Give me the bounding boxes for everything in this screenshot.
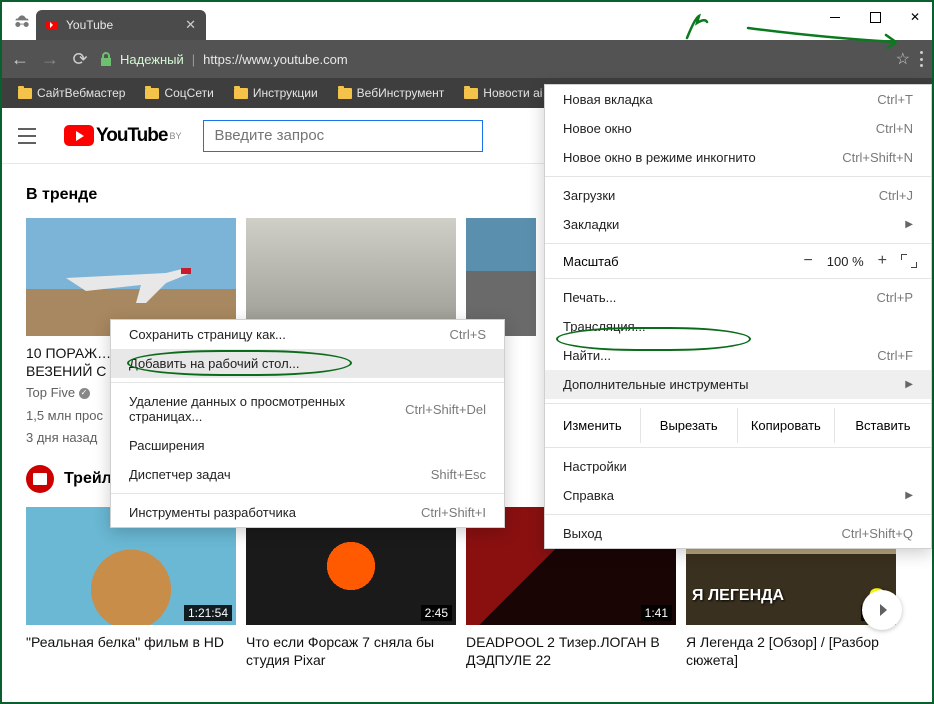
bookmark-star-icon[interactable]: ☆ [896, 49, 910, 69]
submenu-clear-data[interactable]: Удаление данных о просмотренных страница… [111, 387, 504, 431]
fullscreen-icon[interactable] [901, 254, 917, 268]
lock-icon [100, 52, 112, 66]
bookmark-folder[interactable]: СайтВебмастер [10, 83, 133, 103]
menu-paste[interactable]: Вставить [834, 408, 931, 443]
submenu-save-page[interactable]: Сохранить страницу как...Ctrl+S [111, 320, 504, 349]
browser-tab[interactable]: YouTube ✕ [36, 10, 206, 40]
back-button[interactable]: ← [10, 49, 30, 70]
menu-settings[interactable]: Настройки [545, 452, 931, 481]
menu-more-tools[interactable]: Дополнительные инструменты▶ [545, 370, 931, 399]
zoom-out-button[interactable]: − [803, 252, 812, 270]
url-text: https://www.youtube.com [203, 52, 348, 67]
video-title: DEADPOOL 2 Тизер.ЛОГАН В ДЭДПУЛЕ 22 [466, 633, 676, 669]
browser-toolbar: ← → ⟳ Надежный | https://www.youtube.com… [2, 40, 932, 78]
bookmark-folder[interactable]: Инструкции [226, 83, 326, 103]
folder-icon [338, 88, 352, 99]
menu-print[interactable]: Печать...Ctrl+P [545, 283, 931, 312]
zoom-in-button[interactable]: + [878, 252, 887, 270]
secure-label: Надежный [120, 52, 184, 67]
trailers-icon [26, 465, 54, 493]
bookmark-folder[interactable]: Новости ai [456, 83, 550, 103]
video-title: Что если Форсаж 7 сняла бы студия Pixar [246, 633, 456, 669]
address-bar[interactable]: Надежный | https://www.youtube.com [100, 46, 886, 72]
tab-title: YouTube [66, 18, 113, 32]
bookmark-folder[interactable]: ВебИнструмент [330, 83, 453, 103]
menu-zoom: Масштаб − 100 % + [545, 248, 931, 274]
guide-menu-button[interactable] [18, 124, 42, 148]
menu-find[interactable]: Найти...Ctrl+F [545, 341, 931, 370]
submenu-extensions[interactable]: Расширения [111, 431, 504, 460]
reload-button[interactable]: ⟳ [70, 49, 90, 70]
menu-downloads[interactable]: ЗагрузкиCtrl+J [545, 181, 931, 210]
menu-bookmarks[interactable]: Закладки▶ [545, 210, 931, 239]
menu-cast[interactable]: Трансляция... [545, 312, 931, 341]
youtube-logo[interactable]: YouTube BY [64, 125, 181, 147]
menu-incognito[interactable]: Новое окно в режиме инкогнитоCtrl+Shift+… [545, 143, 931, 172]
video-card[interactable]: 2:45 Что если Форсаж 7 сняла бы студия P… [246, 507, 456, 669]
video-title: "Реальная белка" фильм в HD [26, 633, 236, 651]
folder-icon [464, 88, 478, 99]
menu-cut[interactable]: Вырезать [640, 408, 737, 443]
forward-button: → [40, 49, 60, 70]
youtube-favicon-icon [46, 21, 58, 29]
scroll-right-button[interactable] [862, 590, 902, 630]
video-title: Я Легенда 2 [Обзор] / [Разбор сюжета] [686, 633, 896, 669]
submenu-dev-tools[interactable]: Инструменты разработчикаCtrl+Shift+I [111, 498, 504, 527]
search-box[interactable] [203, 120, 483, 152]
search-input[interactable] [204, 121, 482, 151]
folder-icon [145, 88, 159, 99]
incognito-icon [12, 12, 32, 32]
menu-help[interactable]: Справка▶ [545, 481, 931, 510]
youtube-logo-icon [64, 125, 94, 146]
more-tools-submenu: Сохранить страницу как...Ctrl+S Добавить… [110, 319, 505, 528]
menu-exit[interactable]: ВыходCtrl+Shift+Q [545, 519, 931, 548]
video-card[interactable]: 1:21:54 "Реальная белка" фильм в HD [26, 507, 236, 669]
tab-close-icon[interactable]: ✕ [185, 17, 196, 33]
chrome-menu-button[interactable] [920, 51, 924, 67]
folder-icon [234, 88, 248, 99]
folder-icon [18, 88, 32, 99]
window-titlebar: YouTube ✕ [2, 2, 932, 40]
minimize-button[interactable] [824, 6, 846, 28]
menu-new-window[interactable]: Новое окноCtrl+N [545, 114, 931, 143]
close-window-button[interactable] [904, 6, 926, 28]
window-controls [824, 6, 926, 28]
chevron-right-icon: ▶ [905, 219, 913, 230]
maximize-button[interactable] [864, 6, 886, 28]
bookmark-folder[interactable]: СоцСети [137, 83, 221, 103]
zoom-level: 100 % [827, 254, 864, 269]
verified-icon [79, 388, 90, 399]
menu-copy[interactable]: Копировать [737, 408, 834, 443]
chrome-main-menu: Новая вкладкаCtrl+T Новое окноCtrl+N Нов… [544, 84, 932, 549]
submenu-add-desktop[interactable]: Добавить на рабочий стол... [111, 349, 504, 378]
menu-edit-row: Изменить Вырезать Копировать Вставить [545, 408, 931, 443]
chevron-right-icon: ▶ [905, 379, 913, 390]
menu-new-tab[interactable]: Новая вкладкаCtrl+T [545, 85, 931, 114]
submenu-task-manager[interactable]: Диспетчер задачShift+Esc [111, 460, 504, 489]
chevron-right-icon: ▶ [905, 490, 913, 501]
